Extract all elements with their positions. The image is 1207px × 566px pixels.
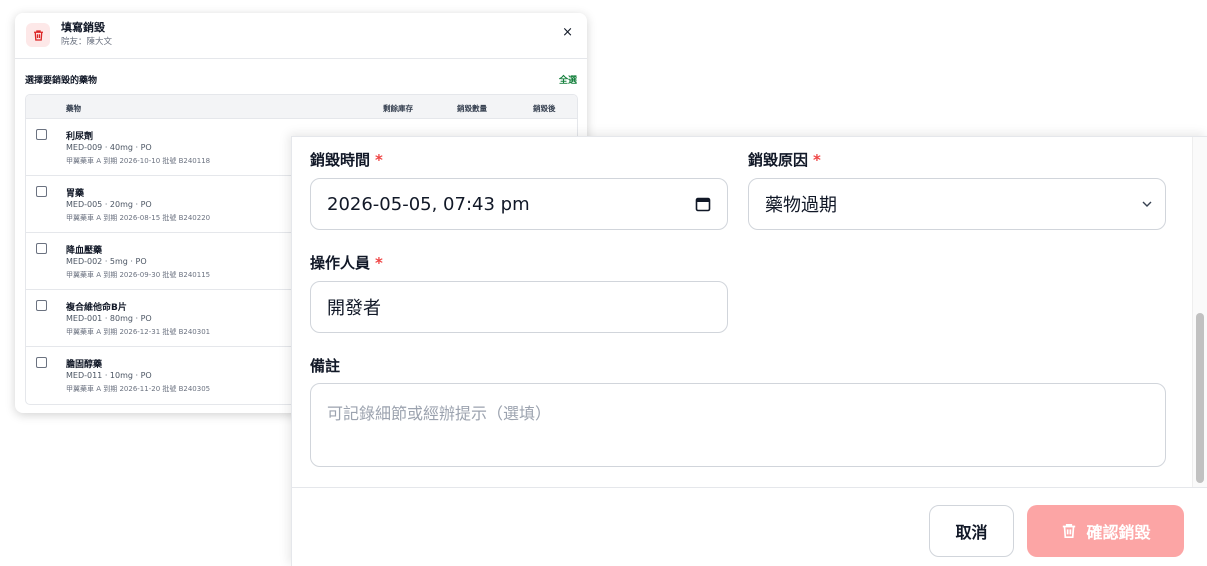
medication-meta: MED-011 · 10mg · PO [66, 371, 152, 380]
dialog-subtitle: 院友：陳大文 [61, 37, 113, 47]
calendar-icon[interactable] [695, 196, 711, 212]
footer-divider [292, 487, 1207, 488]
required-mark: * [375, 254, 383, 272]
table-header: 藥物 剩餘庫存 銷毀數量 銷毀後 [26, 95, 577, 119]
scrollbar[interactable] [1192, 137, 1207, 487]
chevron-down-icon [1142, 201, 1152, 207]
medication-meta: MED-009 · 40mg · PO [66, 143, 152, 152]
medication-name: 膽固醇藥 [66, 360, 103, 370]
row-checkbox[interactable] [36, 243, 47, 254]
required-mark: * [813, 151, 821, 169]
datetime-input[interactable]: 2026-05-05, 07:43 pm [310, 178, 728, 230]
confirm-destroy-label: 確認銷毀 [1086, 523, 1151, 542]
notes-label: 備註 [310, 357, 341, 375]
notes-textarea[interactable]: 可記錄細節或經辦提示（選填） [310, 383, 1166, 467]
row-checkbox[interactable] [36, 357, 47, 368]
medication-meta: MED-005 · 20mg · PO [66, 200, 152, 209]
operator-input[interactable]: 開發者 [310, 281, 728, 333]
medication-name: 胃藥 [66, 189, 85, 199]
column-header-medication: 藥物 [66, 104, 81, 113]
reason-select[interactable]: 藥物過期 [748, 178, 1166, 230]
required-mark: * [375, 151, 383, 169]
trash-icon [26, 23, 50, 47]
reason-value: 藥物過期 [765, 195, 837, 216]
row-checkbox[interactable] [36, 129, 47, 140]
column-header-after-destroy: 銷毀後 [533, 104, 556, 113]
destroy-form-panel: 銷毀時間 * 2026-05-05, 07:43 pm 銷毀原因 * 藥物過期 操作… [291, 136, 1207, 566]
scrollbar-thumb[interactable] [1196, 313, 1204, 483]
operator-label: 操作人員 * [310, 254, 383, 272]
row-checkbox[interactable] [36, 300, 47, 311]
medication-meta: MED-002 · 5mg · PO [66, 257, 147, 266]
medication-batch: 甲翼藥車 A 到期 2026-08-15 批號 B240220 [66, 214, 211, 222]
column-header-destroy-quantity: 銷毀數量 [457, 104, 487, 113]
cancel-button[interactable]: 取消 [929, 505, 1014, 557]
medication-batch: 甲翼藥車 A 到期 2026-09-30 批號 B240115 [66, 271, 211, 279]
notes-placeholder: 可記錄細節或經辦提示（選填） [327, 404, 552, 423]
confirm-destroy-button[interactable]: 確認銷毀 [1027, 505, 1184, 557]
medication-batch: 甲翼藥車 A 到期 2026-10-10 批號 B240118 [66, 157, 211, 165]
trash-icon [1063, 523, 1076, 539]
close-icon[interactable]: × [562, 26, 573, 39]
medication-meta: MED-001 · 80mg · PO [66, 314, 152, 323]
medication-batch: 甲翼藥車 A 到期 2026-11-20 批號 B240305 [66, 385, 211, 393]
row-checkbox[interactable] [36, 186, 47, 197]
section-title: 選擇要銷毀的藥物 [25, 76, 98, 86]
dialog-title: 填寫銷毀 [61, 21, 105, 34]
datetime-value: 2026-05-05, 07:43 pm [327, 193, 530, 215]
medication-name: 降血壓藥 [66, 246, 103, 256]
medication-batch: 甲翼藥車 A 到期 2026-12-31 批號 B240301 [66, 328, 211, 336]
medication-name: 複合維他命B片 [66, 303, 127, 313]
datetime-label: 銷毀時間 * [310, 151, 383, 169]
select-all-link[interactable]: 全選 [559, 73, 577, 86]
dialog-header: 填寫銷毀 院友：陳大文 × [15, 13, 587, 59]
reason-label: 銷毀原因 * [748, 151, 821, 169]
medication-name: 利尿劑 [66, 132, 94, 142]
column-header-remaining-stock: 剩餘庫存 [383, 104, 413, 113]
operator-value: 開發者 [327, 298, 381, 319]
